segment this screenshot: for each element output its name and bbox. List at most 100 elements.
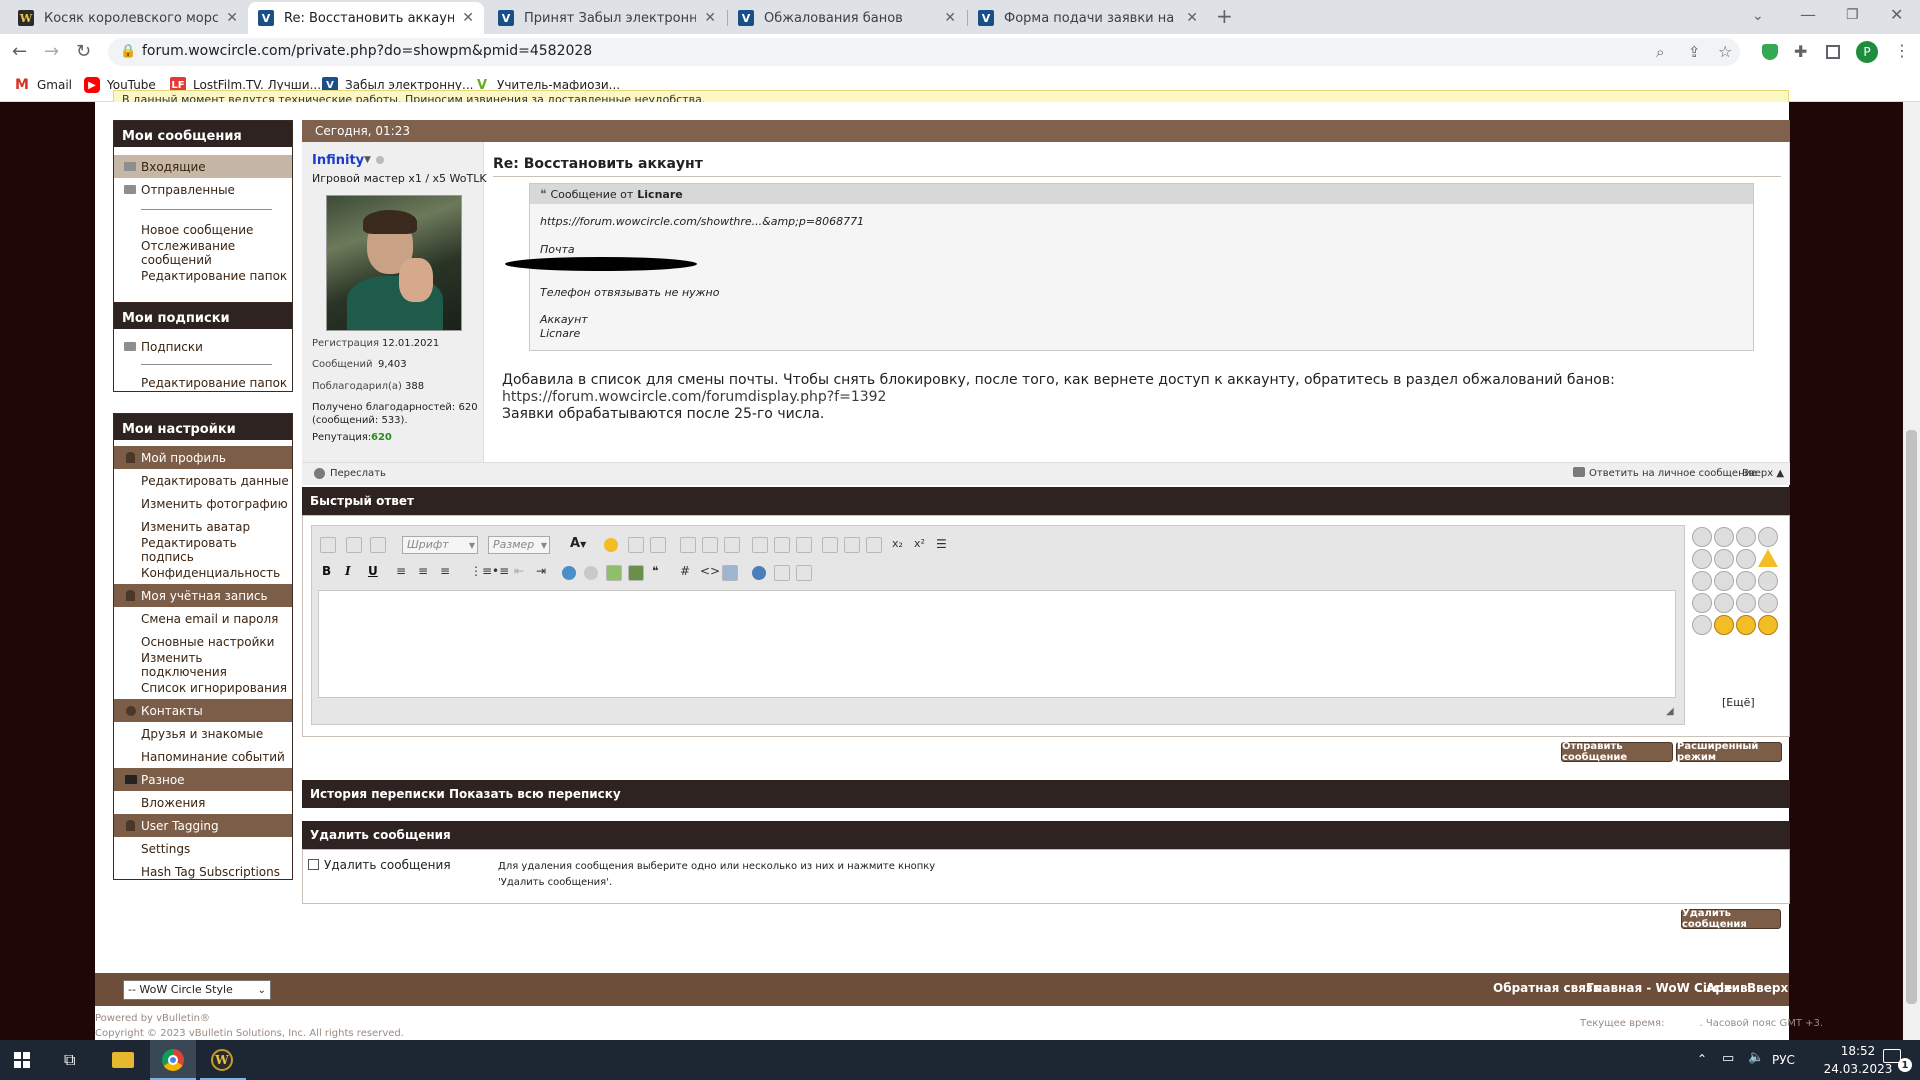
new-tab-icon[interactable]: + bbox=[1216, 6, 1233, 26]
reply-textarea[interactable] bbox=[318, 590, 1676, 698]
sidebar-item-edit-folders[interactable]: Редактирование папок bbox=[114, 371, 292, 394]
close-icon[interactable]: ✕ bbox=[226, 10, 238, 26]
close-icon[interactable]: ✕ bbox=[1186, 10, 1198, 26]
adblock-shield-icon[interactable] bbox=[1762, 44, 1778, 60]
superscript-icon[interactable]: x² bbox=[914, 537, 925, 550]
smiley-icon[interactable] bbox=[1692, 571, 1712, 591]
footer-link-feedback[interactable]: Обратная связь bbox=[1493, 981, 1600, 995]
sidebar-item-subscriptions[interactable]: Подписки bbox=[114, 335, 292, 358]
indent-icon[interactable]: ⇥ bbox=[536, 564, 546, 578]
browser-tab[interactable]: W Косяк королевского морского дракона ✕ bbox=[8, 2, 248, 34]
smiley-icon[interactable] bbox=[1714, 571, 1734, 591]
close-icon[interactable]: ✕ bbox=[704, 10, 716, 26]
minimize-icon[interactable]: — bbox=[1800, 6, 1816, 24]
browser-tab-active[interactable]: V Re: Восстановить аккаунт - Форум WoW C… bbox=[248, 2, 484, 34]
underline-icon[interactable]: U bbox=[368, 564, 378, 578]
redo-icon[interactable] bbox=[650, 537, 666, 553]
send-message-button[interactable]: Отправить сообщение bbox=[1561, 741, 1673, 763]
html-icon[interactable] bbox=[722, 565, 738, 581]
windows-start-icon[interactable] bbox=[14, 1052, 30, 1068]
undo-icon[interactable] bbox=[628, 537, 644, 553]
resize-handle-icon[interactable]: ◢ bbox=[1666, 706, 1674, 717]
smiley-icon[interactable] bbox=[1758, 571, 1778, 591]
forward-icon[interactable]: → bbox=[44, 43, 59, 61]
smiley-icon[interactable] bbox=[1692, 615, 1712, 635]
sidebar-item-inbox[interactable]: Входящие bbox=[114, 155, 292, 178]
task-view-icon[interactable]: ⧉ bbox=[64, 1050, 75, 1070]
zoom-icon[interactable]: ⌕ bbox=[1656, 43, 1664, 61]
smiley-icon[interactable] bbox=[1714, 527, 1734, 547]
clock-date[interactable]: 24.03.2023 bbox=[1822, 1062, 1894, 1076]
browser-tab[interactable]: V Обжалования банов ✕ bbox=[728, 2, 966, 34]
attach-icon[interactable] bbox=[774, 565, 790, 581]
subscript-icon[interactable]: x₂ bbox=[892, 537, 903, 550]
outdent-icon[interactable]: ⇤ bbox=[514, 564, 524, 578]
sidebar-item-sent[interactable]: Отправленные bbox=[114, 178, 292, 201]
browser-tab[interactable]: V Принят Забыл электронную почту ✕ bbox=[488, 2, 726, 34]
table-delete-icon[interactable] bbox=[796, 537, 812, 553]
unordered-list-icon[interactable]: •≡ bbox=[492, 564, 509, 578]
smiley-icon[interactable] bbox=[1692, 527, 1712, 547]
smiley-icon[interactable] bbox=[1758, 527, 1778, 547]
sidebar-item-attachments[interactable]: Вложения bbox=[114, 791, 292, 814]
post-body-link[interactable]: https://forum.wowcircle.com/forumdisplay… bbox=[502, 389, 886, 405]
tab-search-icon[interactable]: ⌄ bbox=[1752, 7, 1764, 25]
reply-pm-link[interactable]: Ответить на личное сообщение bbox=[1589, 468, 1757, 479]
table-cell-icon[interactable] bbox=[866, 537, 882, 553]
sidebar-item-ignore-list[interactable]: Список игнорирования bbox=[114, 676, 292, 699]
smiley-icon[interactable] bbox=[1736, 615, 1756, 635]
font-select[interactable]: Шрифт ▼ bbox=[402, 536, 478, 554]
menu-icon[interactable]: ⋮ bbox=[1894, 42, 1910, 60]
align-center-icon[interactable]: ≡ bbox=[418, 564, 428, 578]
share-icon[interactable]: ⇪ bbox=[1688, 43, 1701, 61]
close-icon[interactable]: ✕ bbox=[944, 10, 956, 26]
history-bar[interactable]: История переписки Показать всю переписку bbox=[302, 780, 1790, 808]
smiley-icon[interactable] bbox=[1736, 593, 1756, 613]
code-icon[interactable]: <> bbox=[700, 564, 720, 578]
smiley-icon[interactable] bbox=[1736, 571, 1756, 591]
footer-link-archive[interactable]: Архив bbox=[1706, 981, 1748, 995]
fullscreen-icon[interactable] bbox=[796, 565, 812, 581]
table-row-icon[interactable] bbox=[702, 537, 718, 553]
ordered-list-icon[interactable]: ⋮≡ bbox=[470, 564, 492, 578]
size-select[interactable]: Размер ▼ bbox=[488, 536, 550, 554]
image-icon[interactable] bbox=[606, 565, 622, 581]
indent-table-icon[interactable] bbox=[822, 537, 838, 553]
smiley-icon[interactable] bbox=[604, 538, 618, 552]
delete-checkbox[interactable] bbox=[308, 859, 319, 870]
bookmark-star-icon[interactable]: ☆ bbox=[1718, 43, 1732, 61]
sidebar-item-privacy[interactable]: Конфиденциальность bbox=[114, 561, 292, 584]
advanced-mode-button[interactable]: Расширенный режим bbox=[1676, 741, 1782, 763]
profile-avatar[interactable]: P bbox=[1856, 41, 1878, 63]
text-color-icon[interactable]: A▼ bbox=[570, 536, 586, 551]
footer-link-top[interactable]: Вверх bbox=[1747, 981, 1788, 995]
sidebar-item-email-password[interactable]: Смена email и пароля bbox=[114, 607, 292, 630]
tray-chevron-up-icon[interactable]: ⌃ bbox=[1697, 1052, 1707, 1066]
browser-tab[interactable]: V Форма подачи заявки на Обжалование ✕ bbox=[968, 2, 1208, 34]
link-icon[interactable] bbox=[562, 566, 576, 580]
sidebar-item-hashtag-subs[interactable]: Hash Tag Subscriptions bbox=[114, 860, 292, 883]
table-merge-icon[interactable] bbox=[752, 537, 768, 553]
bold-icon[interactable]: B bbox=[322, 564, 331, 578]
smiley-icon[interactable] bbox=[1736, 527, 1756, 547]
back-icon[interactable]: ← bbox=[12, 43, 27, 61]
volume-icon[interactable]: 🔈 bbox=[1748, 1050, 1764, 1065]
italic-icon[interactable]: I bbox=[345, 564, 351, 578]
quote-link[interactable]: https://forum.wowcircle.com/showthre...&… bbox=[540, 215, 864, 228]
forward-link[interactable]: Переслать bbox=[330, 468, 386, 479]
chevron-down-icon[interactable]: ▼ bbox=[364, 155, 371, 165]
sidebar-item-edit-signature[interactable]: Редактировать подпись bbox=[114, 536, 292, 564]
quote-insert-icon[interactable]: ❝ bbox=[652, 564, 658, 578]
unlink-icon[interactable] bbox=[584, 566, 598, 580]
close-icon[interactable]: ✕ bbox=[462, 10, 474, 26]
table-props-icon[interactable] bbox=[844, 537, 860, 553]
network-icon[interactable]: ▭ bbox=[1722, 1051, 1734, 1066]
smiley-icon[interactable] bbox=[1692, 549, 1712, 569]
back-to-top-link[interactable]: Вверх ▲ bbox=[1742, 468, 1784, 479]
smiley-icon[interactable] bbox=[1758, 593, 1778, 613]
smiley-icon[interactable] bbox=[1758, 615, 1778, 635]
smiley-icon[interactable] bbox=[1714, 549, 1734, 569]
copy-icon[interactable] bbox=[370, 537, 386, 553]
author-avatar[interactable] bbox=[326, 195, 462, 331]
sidebar-item-connections[interactable]: Изменить подключения bbox=[114, 651, 292, 679]
